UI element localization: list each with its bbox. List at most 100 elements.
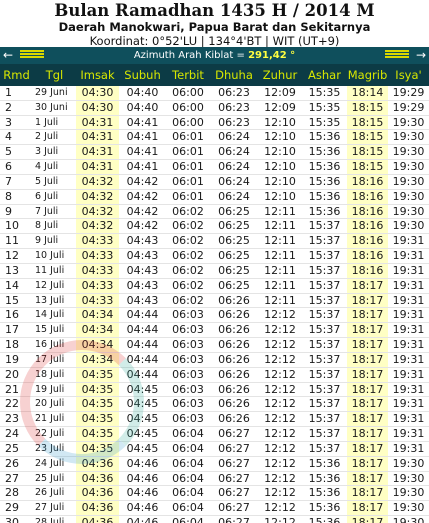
cell-imsak: 04:35 [76, 427, 119, 441]
kiblat-value: 291,42 ° [248, 50, 296, 61]
cell-zuhur: 12:11 [264, 219, 296, 233]
cell-ashar: 15:37 [308, 249, 341, 263]
cell-imsak: 04:32 [76, 219, 119, 234]
column-header-magrib: Magrib [347, 68, 388, 82]
cell-zuhur: 12:09 [264, 86, 296, 99]
cell-rmd: 7 [5, 174, 12, 188]
column-header-imsak: Imsak [80, 68, 115, 82]
cell-magrib: 18:17 [347, 516, 388, 523]
cell-terbit: 06:04 [172, 516, 204, 523]
cell-dhuha: 06:23 [218, 115, 250, 129]
right-arrow-icon[interactable]: → [416, 47, 426, 64]
table-row: 1 29 Juni 04:30 04:40 06:00 06:23 12:09 15:35 18… [0, 86, 429, 101]
table-row: 8 6 Juli 04:32 04:42 06:01 06:24 12:10 15:36 18:… [0, 189, 429, 205]
cell-dhuha: 06:25 [218, 204, 250, 218]
cell-isya: 19:30 [392, 174, 425, 188]
cell-imsak: 04:34 [76, 323, 119, 338]
cell-isya: 19:30 [392, 516, 425, 523]
cell-dhuha: 06:24 [218, 145, 250, 159]
cell-isya: 19:31 [392, 308, 425, 322]
cell-zuhur: 12:11 [264, 278, 296, 292]
cell-tgl: 27 Juli [35, 502, 65, 514]
cell-imsak: 04:33 [76, 234, 119, 249]
cell-magrib: 18:16 [347, 249, 388, 263]
cell-imsak: 04:31 [76, 115, 119, 130]
cell-rmd: 13 [5, 263, 19, 277]
cell-isya: 19:30 [392, 204, 425, 218]
cell-imsak: 04:30 [76, 86, 119, 100]
cell-terbit: 06:01 [172, 160, 204, 174]
cell-zuhur: 12:12 [264, 352, 296, 366]
cell-ashar: 15:37 [308, 382, 341, 396]
cell-tgl: 16 Juli [35, 339, 65, 351]
menu-lines-icon[interactable] [385, 50, 409, 61]
cell-rmd: 10 [5, 219, 19, 233]
cell-subuh: 04:42 [126, 204, 159, 218]
cell-isya: 19:29 [392, 100, 425, 114]
page-header: Bulan Ramadhan 1435 H / 2014 M Daerah Ma… [0, 0, 429, 48]
cell-subuh: 04:44 [126, 352, 159, 366]
cell-imsak: 04:34 [76, 308, 119, 323]
cell-zuhur: 12:12 [264, 471, 296, 485]
cell-tgl: 5 Juli [35, 175, 59, 187]
cell-dhuha: 06:25 [218, 249, 250, 263]
cell-subuh: 04:45 [126, 382, 159, 396]
cell-isya: 19:30 [392, 160, 425, 174]
cell-imsak: 04:32 [76, 189, 119, 204]
cell-isya: 19:31 [392, 441, 425, 455]
cell-terbit: 06:01 [172, 130, 204, 144]
kiblat-label: Azimuth Arah Kiblat = [133, 50, 249, 61]
cell-rmd: 22 [5, 397, 19, 411]
cell-imsak: 04:31 [76, 145, 119, 160]
cell-magrib: 18:17 [347, 441, 388, 456]
column-header-dhuha: Dhuha [215, 68, 253, 82]
cell-rmd: 29 [5, 501, 19, 515]
cell-tgl: 17 Juli [35, 353, 65, 365]
cell-magrib: 18:15 [347, 130, 388, 145]
cell-isya: 19:31 [392, 352, 425, 366]
cell-isya: 19:31 [392, 263, 425, 277]
cell-ashar: 15:37 [308, 338, 341, 352]
cell-ashar: 15:37 [308, 278, 341, 292]
table-row: 25 23 Juli 04:35 04:45 06:04 06:27 12:12 15:37 1… [0, 441, 429, 457]
table-row: 16 14 Juli 04:34 04:44 06:03 06:26 12:12 15:37 1… [0, 308, 429, 324]
cell-tgl: 8 Juli [35, 220, 59, 232]
cell-isya: 19:31 [392, 397, 425, 411]
cell-zuhur: 12:11 [264, 263, 296, 277]
cell-dhuha: 06:26 [218, 293, 250, 307]
cell-isya: 19:31 [392, 323, 425, 337]
cell-rmd: 23 [5, 412, 19, 426]
cell-tgl: 28 Juli [35, 517, 65, 523]
cell-tgl: 29 Juni [35, 87, 68, 98]
cell-subuh: 04:45 [126, 427, 159, 441]
cell-terbit: 06:04 [172, 441, 204, 455]
cell-ashar: 15:36 [308, 204, 341, 218]
cell-ashar: 15:36 [308, 174, 341, 188]
cell-terbit: 06:02 [172, 293, 204, 307]
table-row: 28 26 Juli 04:36 04:46 06:04 06:27 12:12 15:36 1… [0, 486, 429, 502]
cell-ashar: 15:35 [308, 115, 341, 129]
cell-ashar: 15:36 [308, 516, 341, 523]
cell-subuh: 04:43 [126, 263, 159, 277]
cell-magrib: 18:17 [347, 456, 388, 471]
cell-subuh: 04:45 [126, 412, 159, 426]
cell-dhuha: 06:25 [218, 263, 250, 277]
cell-ashar: 15:37 [308, 219, 341, 233]
cell-terbit: 06:02 [172, 263, 204, 277]
cell-tgl: 3 Juli [35, 146, 59, 158]
cell-dhuha: 06:24 [218, 160, 250, 174]
cell-zuhur: 12:10 [264, 174, 296, 188]
table-row: 9 7 Juli 04:32 04:42 06:02 06:25 12:11 15:36 18:… [0, 204, 429, 220]
cell-ashar: 15:36 [308, 471, 341, 485]
cell-dhuha: 06:25 [218, 219, 250, 233]
cell-imsak: 04:36 [76, 516, 119, 523]
cell-rmd: 27 [5, 471, 19, 485]
cell-terbit: 06:02 [172, 234, 204, 248]
cell-terbit: 06:04 [172, 471, 204, 485]
cell-subuh: 04:43 [126, 234, 159, 248]
cell-tgl: 25 Juli [35, 472, 65, 484]
cell-magrib: 18:17 [347, 323, 388, 338]
table-row: 6 4 Juli 04:31 04:41 06:01 06:24 12:10 15:36 18:… [0, 160, 429, 175]
cell-rmd: 26 [5, 456, 19, 470]
cell-ashar: 15:36 [308, 145, 341, 159]
